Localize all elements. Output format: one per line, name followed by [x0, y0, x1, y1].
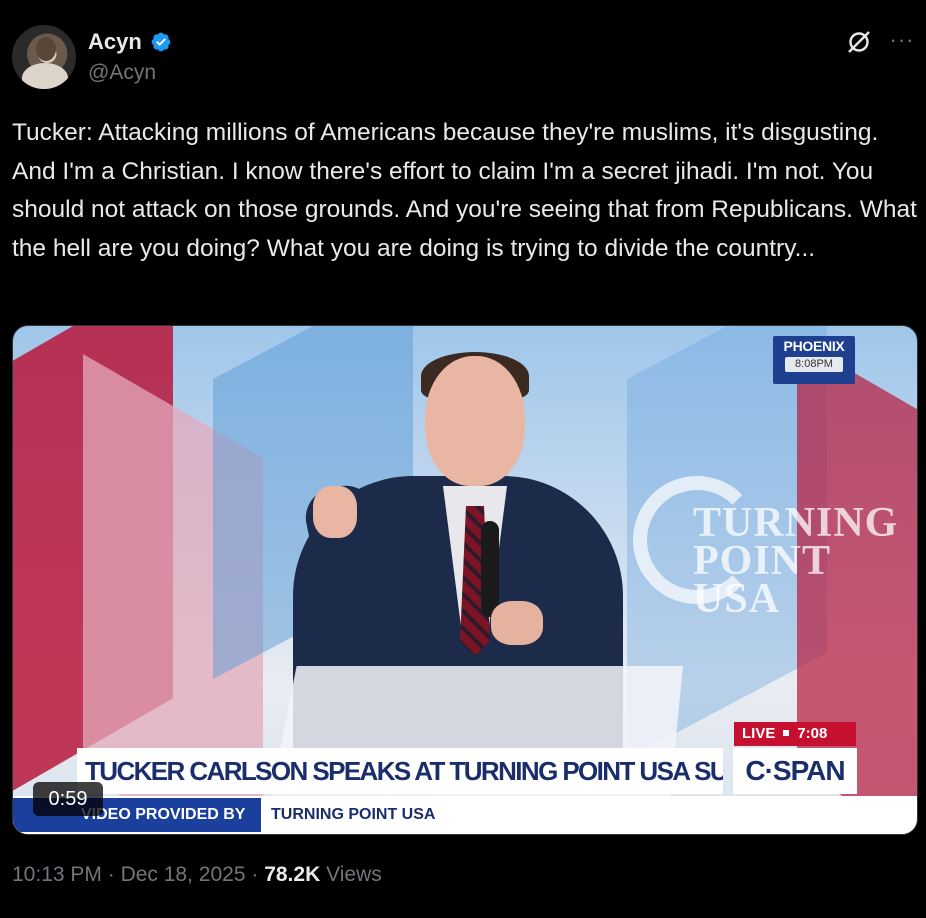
location-time: 8:08PM — [785, 357, 843, 372]
speaker-hand — [491, 601, 543, 645]
author-name-wrap: Acyn — [88, 29, 172, 55]
grok-icon[interactable] — [846, 29, 872, 55]
location-city: PHOENIX — [783, 338, 845, 354]
tweet-text: Tucker: Attacking millions of Americans … — [12, 119, 917, 262]
backdrop-text: TURNING POINT USA — [693, 500, 899, 622]
views-count[interactable]: 78.2K — [264, 863, 320, 886]
tweet-header: Acyn @Acyn ··· — [12, 25, 916, 91]
tweet-time[interactable]: 10:13 PM — [12, 863, 102, 886]
avatar-head — [36, 37, 56, 61]
provided-by-value: TURNING POINT USA — [271, 806, 436, 823]
live-label: LIVE — [742, 725, 776, 742]
video-duration: 0:59 — [33, 782, 103, 816]
live-dot-icon — [783, 729, 790, 736]
speaker-fist — [313, 486, 357, 538]
location-bug: PHOENIX 8:08PM — [773, 336, 855, 384]
more-icon[interactable]: ··· — [888, 27, 916, 55]
cspan-logo: C·SPAN — [733, 748, 857, 794]
tweet-date[interactable]: Dec 18, 2025 — [121, 863, 246, 886]
avatar[interactable] — [12, 25, 76, 89]
speaker-head — [425, 356, 525, 486]
lower-third-headline: TUCKER CARLSON SPEAKS AT TURNING POINT U… — [77, 748, 723, 794]
video-player[interactable]: TURNING POINT USA PHOENIX 8:08PM LIVE 7:0… — [12, 325, 918, 835]
author-handle[interactable]: @Acyn — [88, 61, 156, 85]
tweet-meta: 10:13 PM · Dec 18, 2025 · 78.2K Views — [12, 863, 382, 887]
meta-separator: · — [107, 863, 115, 886]
live-badge: LIVE7:08 PT — [734, 722, 856, 766]
meta-separator: · — [251, 863, 259, 886]
verified-badge-icon[interactable] — [150, 31, 172, 53]
avatar-shoulder — [22, 63, 68, 89]
microphone — [481, 521, 499, 617]
author-display-name[interactable]: Acyn — [88, 29, 142, 54]
views-label[interactable]: Views — [326, 863, 382, 886]
